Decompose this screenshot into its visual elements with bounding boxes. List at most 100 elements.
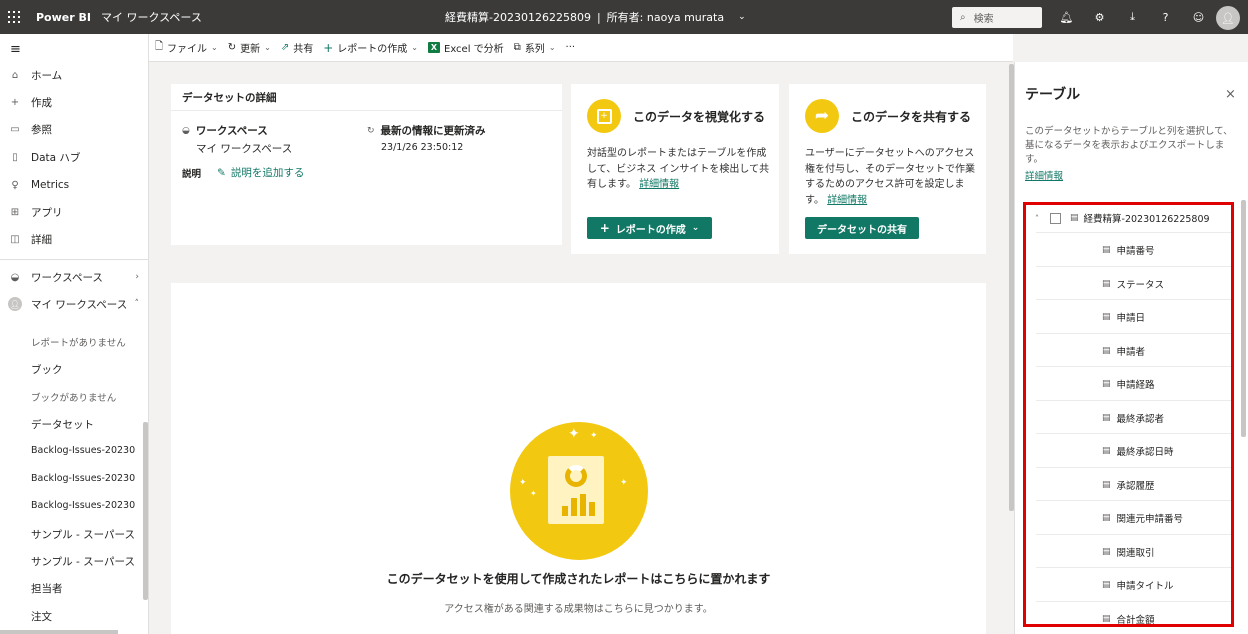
bell-icon[interactable]: 🔔︎ [1050,11,1083,24]
chevron-up-icon[interactable]: ˄ [1035,214,1039,223]
field-row[interactable]: ▤ 関連元申請番号 [1036,500,1231,534]
sparkle-icon: ✦ [620,478,628,488]
share-desc-line: するためのアクセス許可を設定しま [805,179,965,190]
report-paper-icon [548,456,604,524]
left-nav-scrollbar[interactable] [143,422,148,600]
column-icon: ▤ [1102,345,1111,356]
nav-dataset-item[interactable]: Backlog-Issues-20230 [31,445,135,456]
field-row[interactable]: ▤ ステータス [1036,266,1231,300]
field-label: ステータス [1116,279,1165,291]
share-desc-line: 権を付与し、そのデータセットで作業 [805,163,975,175]
create-report-label: レポートの作成 [337,44,408,55]
dataset-title-area[interactable]: 経費精算-20230126225809 | 所有者: naoya murata … [445,0,746,34]
column-icon: ▤ [1102,244,1111,255]
column-icon: ▤ [1102,278,1111,289]
nav-item-browse[interactable]: ▭ 参照 [0,117,149,141]
nav-item-workspaces[interactable]: ◒ ワークスペース › [0,265,149,289]
user-avatar[interactable]: 👤︎ [1216,6,1240,30]
share-description: ユーザーにデータセットへのアクセス 権を付与し、そのデータセットで作業 するため… [805,146,975,208]
nav-item-my-workspace[interactable]: 👤︎ マイ ワークスペース ˄ [0,292,149,316]
table-tree-highlight: ˄ ▤ 経費精算-20230126225809 ▤ 申請番号 ▤ ステータス ▤ 申請… [1023,202,1234,627]
visualize-learn-more-link[interactable]: 詳細情報 [639,179,679,190]
share-button[interactable]: ⇗ 共有 [281,40,313,55]
person-icon: 👤︎ [1221,11,1235,25]
bar-icon [589,502,595,516]
field-row[interactable]: ▤ 申請番号 [1036,232,1231,266]
empty-workbooks-text: ブックがありません [31,393,117,404]
brand-name[interactable]: Power BI [36,11,91,24]
visualize-desc-line: 対話型のレポートまたはテーブルを作成 [587,148,767,159]
nav-dataset-item[interactable]: 注文 [31,609,52,624]
column-icon: ▤ [1102,579,1111,590]
field-row[interactable]: ▤ 合計金額 [1036,601,1231,626]
field-row[interactable]: ▤ 申請者 [1036,333,1231,367]
nav-item-apps[interactable]: ⊞ アプリ [0,200,149,224]
app-launcher-button[interactable] [0,0,28,34]
field-row[interactable]: ▤ 申請経路 [1036,366,1231,400]
nav-dataset-item[interactable]: Backlog-Issues-20230 [31,473,135,484]
nav-item-home[interactable]: ⌂ ホーム [0,63,149,87]
column-icon: ▤ [1102,378,1111,389]
file-menu-button[interactable]: 🗋︎ ファイル ⌄ [155,39,218,56]
nav-section-workbooks[interactable]: ブック [31,362,63,377]
refresh-button[interactable]: ↻ 更新 ⌄ [228,40,271,55]
nav-item-learn[interactable]: ◫ 詳細 [0,227,149,251]
table-checkbox[interactable] [1050,212,1061,224]
more-options-button[interactable]: ··· [566,42,576,53]
tables-pane-scrollbar[interactable] [1241,200,1246,437]
lineage-button[interactable]: ⧉ 系列 ⌄ [514,40,556,55]
analyze-in-excel-button[interactable]: X Excel で分析 [428,40,504,55]
field-label: 最終承認日時 [1116,446,1174,458]
share-learn-more-link[interactable]: 詳細情報 [827,195,867,206]
search-box[interactable]: ⌕ 検索 [952,7,1042,28]
refresh-label: 更新 [240,44,261,55]
chevron-down-icon: ⌄ [691,223,700,233]
tables-learn-more-link[interactable]: 詳細情報 [1025,168,1063,182]
file-label: ファイル [167,44,208,55]
field-row[interactable]: ▤ 承認履歴 [1036,467,1231,501]
nav-item-create[interactable]: + 作成 [0,90,149,114]
close-icon[interactable]: × [1225,87,1236,102]
create-report-button[interactable]: + レポートの作成 ⌄ [323,40,418,56]
share-dataset-button[interactable]: データセットの共有 [805,217,919,239]
nav-dataset-item[interactable]: Backlog-Issues-20230 [31,500,135,511]
workspace-icon: ◒ [182,125,190,136]
workspace-label-text: ワークスペース [195,125,268,137]
field-row[interactable]: ▤ 申請タイトル [1036,567,1231,601]
nav-dataset-item[interactable]: 担当者 [31,581,63,596]
nav-section-datasets[interactable]: データセット [31,417,94,432]
left-nav-horizontal-scrollbar[interactable] [0,630,118,634]
create-report-button[interactable]: + レポートの作成 ⌄ [587,217,712,239]
nav-dataset-item[interactable]: サンプル - スーパース [31,527,135,542]
share-dataset-button-label: データセットの共有 [817,224,907,236]
field-row[interactable]: ▤ 関連取引 [1036,534,1231,568]
nav-divider [0,259,149,260]
title-separator: | [596,10,601,24]
field-label: 合計金額 [1116,614,1155,626]
chevron-up-icon: ˄ [134,299,140,309]
gear-icon[interactable]: ⚙ [1083,11,1116,24]
apps-icon: ⊞ [10,206,20,218]
download-icon[interactable]: ⤓ [1116,10,1149,24]
tables-pane-description: このデータセットからテーブルと列を選択して、基になるデータを表示およびエクスポー… [1025,126,1233,165]
breadcrumb-workspace[interactable]: マイ ワークスペース [101,9,202,25]
field-row[interactable]: ▤ 最終承認者 [1036,400,1231,434]
nav-item-data-hub[interactable]: ▯ Data ハブ [0,145,149,169]
hamburger-menu-icon[interactable]: ≡ [10,42,21,57]
plus-icon: + [323,40,334,55]
nav-item-metrics[interactable]: ♀ Metrics [0,173,149,197]
table-tree-row[interactable]: ˄ ▤ 経費精算-20230126225809 [1026,205,1231,231]
more-icon: ··· [565,42,576,53]
sparkle-icon: ✦ [568,426,580,442]
add-description-link[interactable]: ✎ 説明を追加する [217,165,304,180]
feedback-smiley-icon[interactable]: ☺ [1182,11,1215,24]
help-icon[interactable]: ? [1149,11,1182,24]
field-row[interactable]: ▤ 申請日 [1036,299,1231,333]
plus-icon: + [10,96,20,108]
nav-dataset-item[interactable]: サンプル - スーパース [31,554,135,569]
column-icon: ▤ [1102,613,1111,624]
column-icon: ▤ [1102,512,1111,523]
waffle-icon [8,11,20,23]
field-row[interactable]: ▤ 最終承認日時 [1036,433,1231,467]
nav-item-label: ホーム [31,69,63,82]
